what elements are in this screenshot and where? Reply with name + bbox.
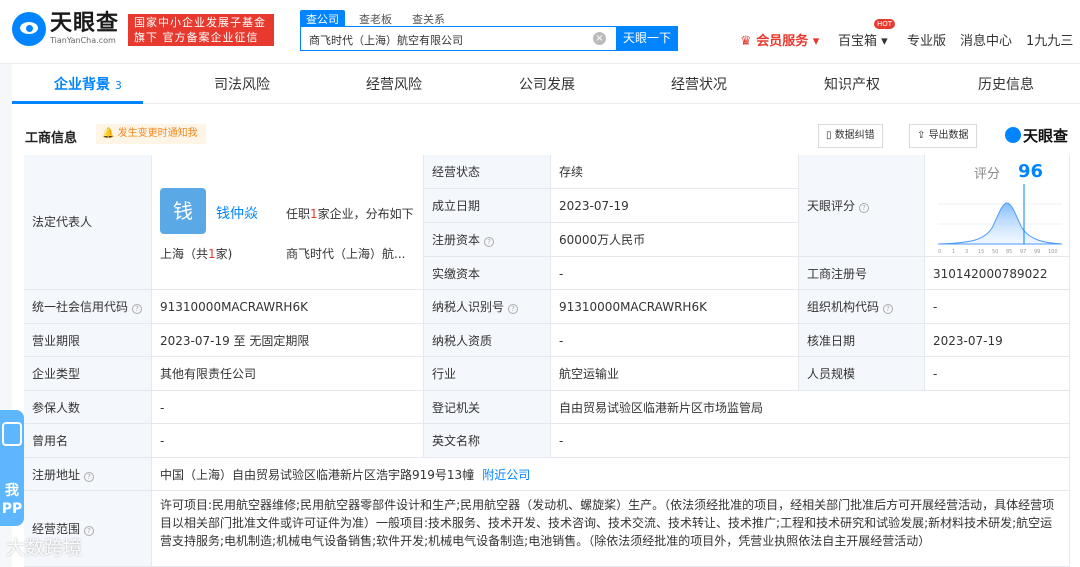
brand-name: 天眼查	[50, 11, 120, 36]
hot-badge: HOT	[874, 19, 896, 29]
official-badge: 国家中小企业发展子基金旗下 官方备案企业征信机构	[128, 14, 274, 59]
help-icon: ?	[84, 472, 95, 482]
tab-judicial-risk[interactable]: 司法风险	[214, 74, 270, 94]
company-tabs: 企业背景 3 司法风险 经营风险 公司发展 经营状况 知识产权 历史信息	[12, 64, 1080, 104]
legal-rep-name[interactable]: 钱仲焱	[216, 203, 258, 223]
type-value: 其他有限责任公司	[152, 357, 424, 391]
watermark-text: 大数跨境	[6, 537, 83, 559]
message-center-link[interactable]: 消息中心	[960, 30, 1012, 49]
legal-rep-company[interactable]: 商飞时代（上海）航...	[286, 245, 405, 262]
taxpayer-label: 纳税人资质	[424, 324, 551, 357]
svg-text:97: 97	[1020, 249, 1026, 255]
tax-id-label: 纳税人识别号?	[424, 290, 551, 324]
svg-text:1: 1	[952, 249, 955, 255]
staff-value: -	[925, 357, 1070, 391]
tax-id-value: 91310000MACRAWRH6K	[551, 290, 799, 324]
svg-text:0: 0	[938, 249, 941, 255]
tyc-watermark-logo: 天眼查	[1005, 125, 1068, 146]
org-code-label: 组织机构代码?	[799, 290, 925, 324]
tab-ip[interactable]: 知识产权	[824, 74, 880, 94]
paid-label: 实缴资本	[424, 257, 551, 290]
eye-logo-icon	[1005, 127, 1021, 143]
taxpayer-value: -	[551, 324, 799, 357]
scope-value: 许可项目:民用航空器维修;民用航空器零部件设计和生产;民用航空器（发动机、螺旋桨…	[160, 498, 1055, 548]
notify-button[interactable]: 🔔 发生变更时通知我	[96, 124, 206, 144]
score-distribution-curve: 0 1 3 15 50 85 97 99 100	[937, 184, 1063, 255]
founded-value: 2023-07-19	[551, 189, 799, 223]
export-data-button[interactable]: ⇪ 导出数据	[909, 124, 977, 148]
term-value: 2023-07-19 至 无固定期限	[152, 324, 424, 357]
brand-logo[interactable]: 天眼查 TianYanCha.com	[12, 12, 119, 46]
legal-rep-label: 法定代表人	[24, 155, 152, 290]
insured-value: -	[152, 391, 424, 424]
tab-business-risk[interactable]: 经营风险	[366, 74, 422, 94]
help-icon: ?	[132, 304, 143, 314]
industry-label: 行业	[424, 357, 551, 391]
business-info-panel: 工商信息 🔔 发生变更时通知我 ▯ 数据纠错 ⇪ 导出数据 天眼查 法定代表人 …	[12, 104, 1080, 567]
brand-domain: TianYanCha.com	[50, 36, 116, 45]
search-button[interactable]: 天眼一下	[616, 26, 678, 51]
svg-text:15: 15	[978, 249, 984, 255]
top-header: 天眼查 TianYanCha.com 国家中小企业发展子基金旗下 官方备案企业征…	[0, 0, 1080, 64]
credit-code-label: 统一社会信用代码?	[24, 290, 152, 324]
term-label: 营业期限	[24, 324, 152, 357]
svg-text:99: 99	[1034, 249, 1040, 255]
approve-label: 核准日期	[799, 324, 925, 357]
help-icon: ?	[883, 304, 894, 314]
address-label: 注册地址?	[24, 458, 152, 491]
authority-value: 自由贸易试验区临港新片区市场监管局	[551, 391, 1070, 424]
reg-no-value: 310142000789022	[925, 257, 1070, 290]
svg-text:100: 100	[1048, 249, 1058, 255]
help-icon: ?	[859, 203, 870, 213]
english-name-value: -	[551, 424, 1070, 458]
nearby-companies-link[interactable]: 附近公司	[482, 468, 530, 482]
tianyan-score-label: 天眼评分?	[799, 155, 925, 257]
app-icon	[2, 422, 22, 446]
help-icon: ?	[484, 237, 495, 247]
status-value: 存续	[551, 155, 799, 189]
legal-rep-avatar[interactable]: 钱	[160, 188, 206, 234]
tab-background[interactable]: 企业背景 3	[54, 74, 122, 94]
clear-icon[interactable]: ×	[593, 32, 606, 45]
capital-label: 注册资本?	[424, 223, 551, 257]
reg-no-label: 工商注册号	[799, 257, 925, 290]
search-input[interactable]: 商飞时代（上海）航空有限公司	[300, 26, 616, 51]
floating-app-widget[interactable]: 我 PP	[0, 410, 24, 526]
org-code-value: -	[925, 290, 1070, 324]
score-chart: 评分 96 0 1 3 15 50 85 97 99 100	[932, 160, 1068, 256]
credit-code-value: 91310000MACRAWRH6K	[152, 290, 424, 324]
legal-rep-region: 上海（共1家)	[160, 247, 233, 261]
industry-value: 航空运输业	[551, 357, 799, 391]
user-menu[interactable]: 1九九三	[1026, 30, 1073, 49]
type-label: 企业类型	[24, 357, 152, 391]
capital-value: 60000万人民币	[551, 223, 799, 257]
section-title: 工商信息	[25, 131, 78, 146]
approve-value: 2023-07-19	[925, 324, 1070, 357]
data-correction-button[interactable]: ▯ 数据纠错	[818, 124, 883, 148]
svg-text:3: 3	[965, 249, 968, 255]
legal-rep-summary: 任职1家企业，分布如下	[286, 207, 414, 221]
former-name-value: -	[152, 424, 424, 458]
tab-operation[interactable]: 经营状况	[671, 74, 727, 94]
paid-value: -	[551, 257, 799, 290]
help-icon: ?	[84, 526, 95, 536]
former-name-label: 曾用名	[24, 424, 152, 458]
pro-version-link[interactable]: 专业版	[907, 30, 946, 49]
founded-label: 成立日期	[424, 189, 551, 223]
tab-development[interactable]: 公司发展	[519, 74, 575, 94]
staff-label: 人员规模	[799, 357, 925, 391]
status-label: 经营状态	[424, 155, 551, 189]
svg-text:50: 50	[992, 249, 998, 255]
authority-label: 登记机关	[424, 391, 551, 424]
svg-text:85: 85	[1006, 249, 1012, 255]
insured-label: 参保人数	[24, 391, 152, 424]
address-value: 中国（上海）自由贸易试验区临港新片区浩宇路919号13幢 附近公司	[152, 458, 1070, 491]
tab-history[interactable]: 历史信息	[978, 74, 1034, 94]
eye-logo-icon	[12, 12, 46, 46]
toolbox-menu[interactable]: 百宝箱 ▾	[838, 30, 888, 49]
member-service-link[interactable]: ♛ 会员服务 ▾	[740, 30, 819, 49]
english-name-label: 英文名称	[424, 424, 551, 458]
help-icon: ?	[508, 304, 519, 314]
